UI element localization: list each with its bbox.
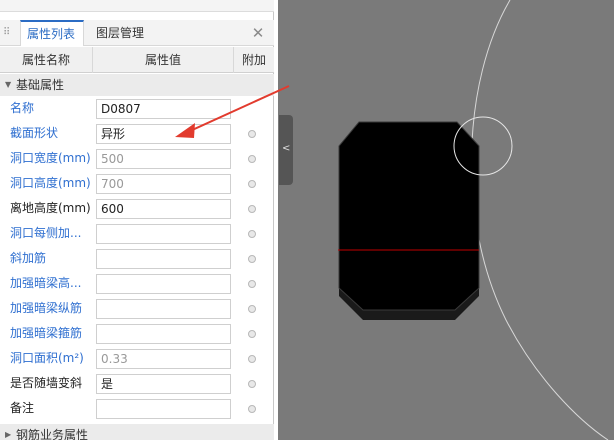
guide-arc xyxy=(471,0,609,440)
property-label: 备注 xyxy=(10,401,35,415)
canvas-drawing xyxy=(338,0,609,440)
property-label: 名称 xyxy=(10,101,35,115)
property-value-input[interactable]: 700 xyxy=(96,174,231,194)
drag-grip-icon[interactable]: ⠿ xyxy=(3,26,11,40)
chevron-left-icon[interactable]: < xyxy=(282,141,290,157)
column-header-add: 附加 xyxy=(241,53,266,67)
panel-tab-bar: ⠿ 属性列表 图层管理 ✕ xyxy=(0,20,274,46)
property-row-name: 名称 D0807 xyxy=(0,96,274,121)
property-label: 洞口高度(mm) xyxy=(10,176,91,190)
triangle-down-icon[interactable]: ▼ xyxy=(5,74,13,96)
close-icon[interactable]: ✕ xyxy=(250,24,266,42)
property-value-input[interactable] xyxy=(96,249,231,269)
property-value-input[interactable] xyxy=(96,224,231,244)
collapse-panel-handle[interactable]: < xyxy=(279,115,293,185)
property-row-opening-height: 洞口高度(mm) 700 xyxy=(0,171,274,196)
group-rebar-properties[interactable]: ▶ 钢筋业务属性 xyxy=(0,424,274,440)
tab-attribute-list[interactable]: 属性列表 xyxy=(20,20,84,46)
attach-checkbox[interactable] xyxy=(248,155,256,163)
property-row-height-above-ground: 离地高度(mm) 600 xyxy=(0,196,274,221)
column-header-value: 属性值 xyxy=(93,47,234,73)
property-value-input[interactable]: 500 xyxy=(96,149,231,169)
attach-checkbox[interactable] xyxy=(248,205,256,213)
group-label: 基础属性 xyxy=(16,78,65,92)
property-panel: ⠿ 属性列表 图层管理 ✕ 属性名称 属性值 附加 ▼ 基础属性 名称 D080… xyxy=(0,0,274,440)
table-header: 属性名称 属性值 附加 xyxy=(0,47,274,73)
property-row-opening-area: 洞口面积(m²) 0.33 xyxy=(0,346,274,371)
property-value-input[interactable] xyxy=(96,324,231,344)
panel-top-strip xyxy=(0,0,274,12)
opening-shape xyxy=(338,121,480,311)
property-value-input[interactable]: 是 xyxy=(96,374,231,394)
attach-checkbox[interactable] xyxy=(248,380,256,388)
property-label: 加强暗梁箍筋 xyxy=(10,326,83,340)
attach-checkbox[interactable] xyxy=(248,330,256,338)
attach-checkbox[interactable] xyxy=(248,405,256,413)
attach-checkbox[interactable] xyxy=(248,180,256,188)
attach-checkbox[interactable] xyxy=(248,280,256,288)
attach-checkbox[interactable] xyxy=(248,255,256,263)
property-row-follow-wall-slope: 是否随墙变斜 是 xyxy=(0,371,274,396)
property-value-input[interactable]: D0807 xyxy=(96,99,231,119)
property-label: 加强暗梁纵筋 xyxy=(10,301,83,315)
property-label: 是否随墙变斜 xyxy=(10,376,83,390)
property-label: 离地高度(mm) xyxy=(10,201,91,215)
property-label: 截面形状 xyxy=(10,126,59,140)
group-basic-properties[interactable]: ▼ 基础属性 xyxy=(0,74,274,96)
property-label: 加强暗梁高... xyxy=(10,276,82,290)
property-row-beam-long-rebar: 加强暗梁纵筋 xyxy=(0,296,274,321)
attach-checkbox[interactable] xyxy=(248,230,256,238)
property-value-input[interactable] xyxy=(96,274,231,294)
property-label: 洞口面积(m²) xyxy=(10,351,84,365)
property-value-input[interactable]: 0.33 xyxy=(96,349,231,369)
property-row-opening-width: 洞口宽度(mm) 500 xyxy=(0,146,274,171)
attach-checkbox[interactable] xyxy=(248,130,256,138)
property-value-input[interactable] xyxy=(96,399,231,419)
group-label: 钢筋业务属性 xyxy=(16,428,89,440)
property-row-beam-stirrup: 加强暗梁箍筋 xyxy=(0,321,274,346)
property-row-beam-height: 加强暗梁高... xyxy=(0,271,274,296)
drawing-canvas[interactable] xyxy=(278,0,614,440)
property-row-section-shape: 截面形状 异形 xyxy=(0,121,274,146)
property-row-remarks: 备注 xyxy=(0,396,274,421)
property-value-input[interactable]: 异形 xyxy=(96,124,231,144)
column-header-name: 属性名称 xyxy=(0,47,93,73)
tab-layer-management[interactable]: 图层管理 xyxy=(90,20,150,46)
triangle-right-icon[interactable]: ▶ xyxy=(5,424,13,440)
property-value-input[interactable]: 600 xyxy=(96,199,231,219)
property-row-side-rebar: 洞口每侧加... xyxy=(0,221,274,246)
attach-checkbox[interactable] xyxy=(248,305,256,313)
attach-checkbox[interactable] xyxy=(248,355,256,363)
property-label: 斜加筋 xyxy=(10,251,47,265)
property-label: 洞口宽度(mm) xyxy=(10,151,91,165)
property-row-diagonal-rebar: 斜加筋 xyxy=(0,246,274,271)
property-label: 洞口每侧加... xyxy=(10,226,82,240)
property-value-input[interactable] xyxy=(96,299,231,319)
